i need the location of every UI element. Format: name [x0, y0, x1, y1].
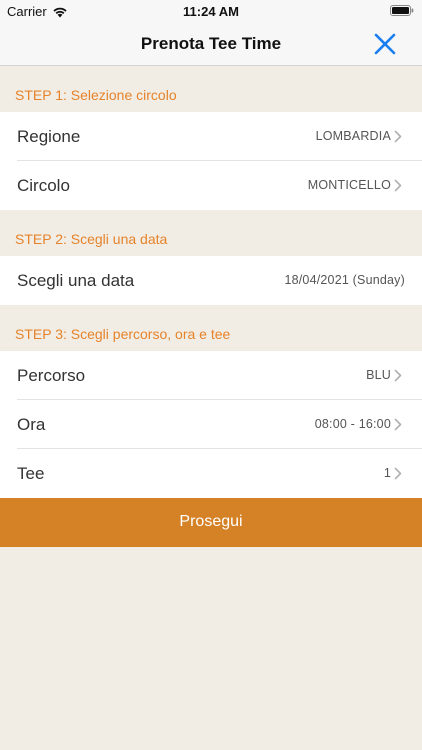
chevron-right-icon [394, 418, 402, 431]
chevron-right-icon [394, 467, 402, 480]
step-1-group: Regione LOMBARDIA Circolo MONTICELLO [0, 112, 422, 210]
step-1-header-label: STEP 1: Selezione circolo [15, 87, 177, 103]
status-time: 11:24 AM [183, 4, 239, 19]
row-circolo-label: Circolo [17, 176, 70, 195]
row-percorso-value: BLU [366, 368, 391, 382]
row-ora[interactable]: Ora 08:00 - 16:00 [0, 400, 422, 449]
step-2-header-label: STEP 2: Scegli una data [15, 231, 168, 247]
row-percorso[interactable]: Percorso BLU [0, 351, 422, 400]
step-3-group: Percorso BLU Ora 08:00 - 16:00 Tee 1 [0, 351, 422, 498]
navigation-bar: Prenota Tee Time [0, 22, 422, 66]
row-regione-label: Regione [17, 127, 81, 146]
status-bar: Carrier 11:24 AM [0, 0, 422, 22]
step-3-header: STEP 3: Scegli percorso, ora e tee [0, 305, 422, 351]
chevron-right-icon [394, 179, 402, 192]
step-3-header-label: STEP 3: Scegli percorso, ora e tee [15, 326, 231, 342]
row-circolo-value: MONTICELLO [307, 178, 391, 192]
row-percorso-label: Percorso [17, 366, 86, 385]
step-2-group: Scegli una data 18/04/2021 (Sunday) [0, 256, 422, 305]
row-data-value: 18/04/2021 (Sunday) [284, 273, 405, 287]
continue-button-label: Prosegui [179, 513, 243, 530]
chevron-right-icon [394, 130, 402, 143]
battery-icon [390, 5, 414, 16]
step-1-header: STEP 1: Selezione circolo [0, 66, 422, 112]
close-icon[interactable] [372, 31, 398, 57]
row-tee[interactable]: Tee 1 [0, 449, 422, 498]
row-regione-value: LOMBARDIA [315, 129, 391, 143]
step-2-header: STEP 2: Scegli una data [0, 210, 422, 256]
row-regione[interactable]: Regione LOMBARDIA [0, 112, 422, 161]
row-tee-label: Tee [17, 464, 45, 483]
row-circolo[interactable]: Circolo MONTICELLO [0, 161, 422, 210]
row-data-label: Scegli una data [17, 271, 135, 290]
row-ora-value: 08:00 - 16:00 [314, 417, 391, 431]
continue-button[interactable]: Prosegui [0, 498, 422, 547]
row-tee-value: 1 [383, 466, 391, 480]
row-ora-label: Ora [17, 415, 46, 434]
row-data[interactable]: Scegli una data 18/04/2021 (Sunday) [0, 256, 422, 305]
page-title: Prenota Tee Time [140, 34, 282, 53]
chevron-right-icon [394, 369, 402, 382]
